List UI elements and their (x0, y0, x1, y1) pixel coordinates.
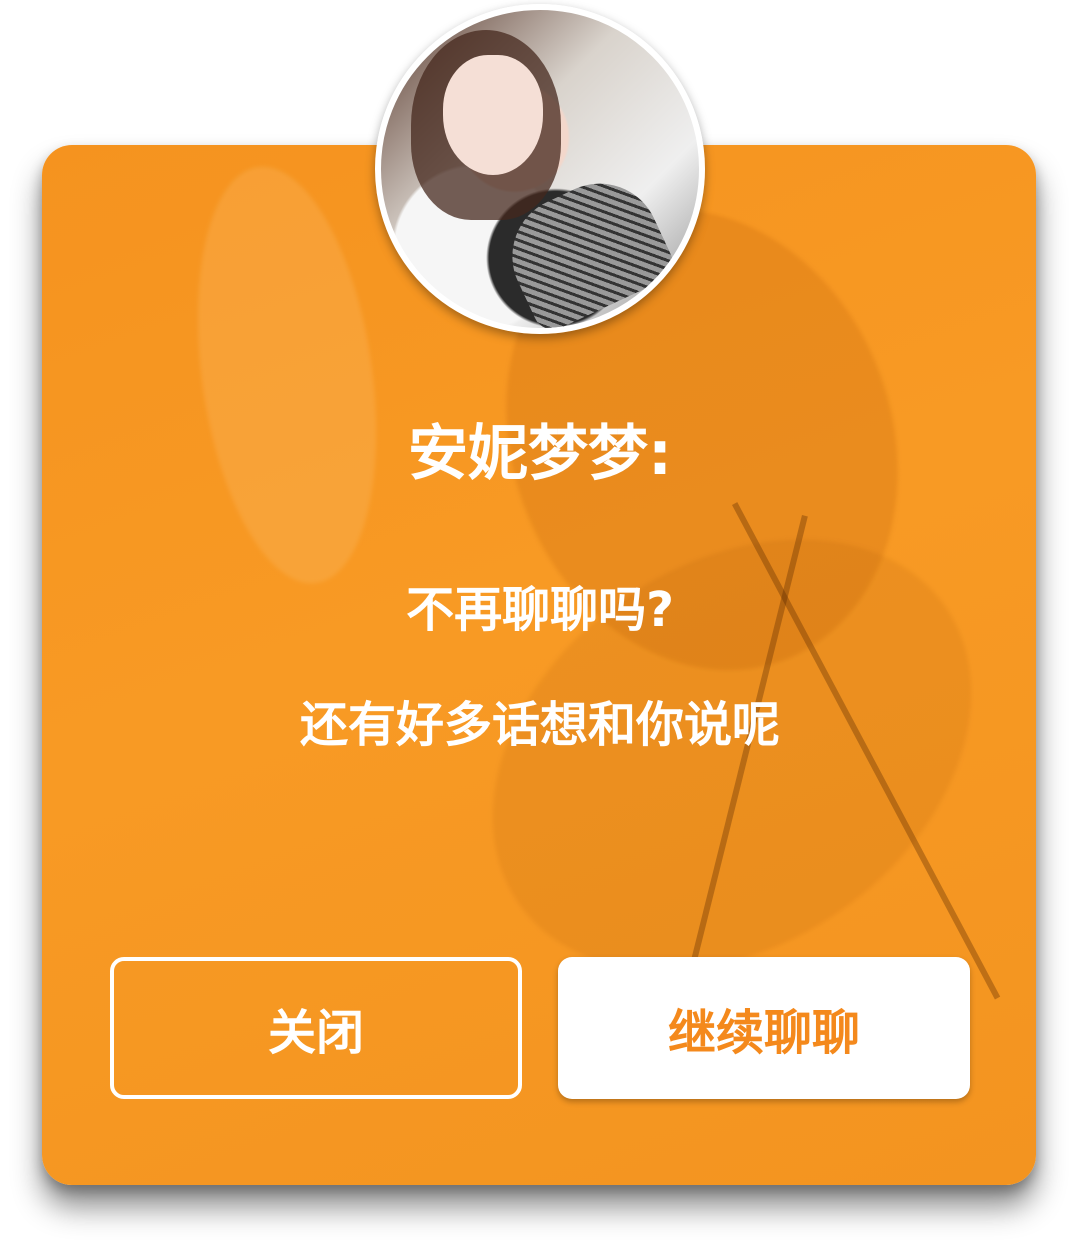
message-line-1: 不再聊聊吗? (406, 582, 674, 638)
continue-chat-button[interactable]: 继续聊聊 (558, 957, 970, 1099)
close-button[interactable]: 关闭 (110, 957, 522, 1099)
dialog-stage: 安妮梦梦: 不再聊聊吗? 还有好多话想和你说呢 关闭 继续聊聊 (0, 0, 1080, 1251)
avatar (375, 4, 705, 334)
background-photo-shape (173, 155, 401, 595)
message-line-2: 还有好多话想和你说呢 (299, 697, 780, 753)
sender-name: 安妮梦梦: (408, 419, 672, 489)
